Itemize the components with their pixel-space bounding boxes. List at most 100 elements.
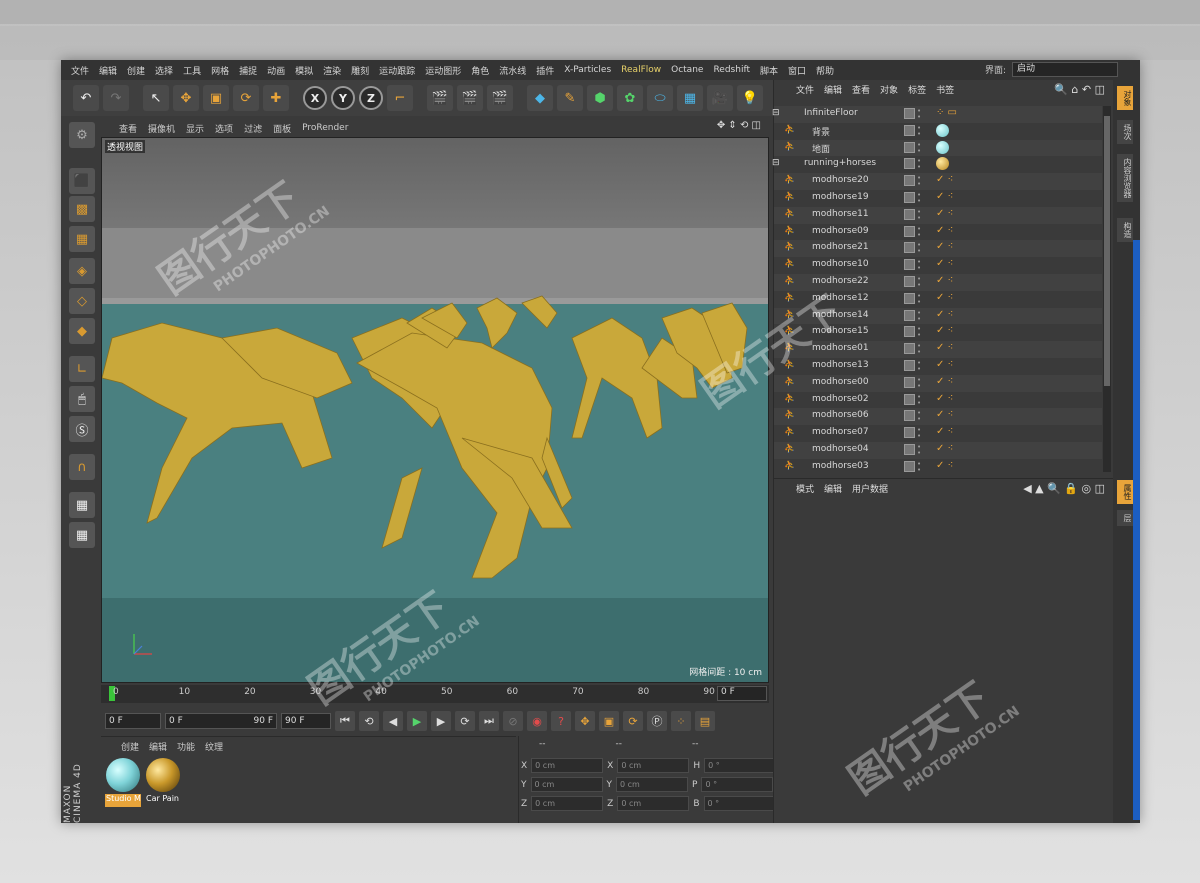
render-dots[interactable]: • • (917, 443, 921, 456)
object-row[interactable]: ⛹ modhorse03 • • ✓ ⁖ (774, 459, 1102, 476)
timeline-window-icon[interactable]: ▤ (695, 711, 715, 731)
object-row[interactable]: ⛹ modhorse01 • • ✓ ⁖ (774, 341, 1102, 358)
object-row[interactable]: ⛹ modhorse19 • • ✓ ⁖ (774, 190, 1102, 207)
bone-tag-icon[interactable]: ✓ ⁖ (936, 225, 953, 236)
cube-primitive-icon[interactable]: ◆ (527, 85, 553, 111)
bone-tag-icon[interactable]: ✓ ⁖ (936, 393, 953, 404)
object-row[interactable]: ⊟ running+horses • • (772, 156, 1102, 173)
object-row[interactable]: ⛹ modhorse07 • • ✓ ⁖ (774, 425, 1102, 442)
coord-field[interactable]: 0 cm (617, 796, 690, 811)
bone-tag-icon[interactable]: ✓ ⁖ (936, 342, 953, 353)
magnet-icon[interactable]: ∩ (69, 454, 95, 480)
menu-item[interactable]: 模拟 (295, 64, 313, 77)
object-row[interactable]: ⛹ modhorse11 • • ✓ ⁖ (774, 206, 1102, 224)
coord-field[interactable]: 0 cm (530, 777, 603, 792)
object-row[interactable]: ⛹ modhorse20 • • ✓ ⁖ (774, 173, 1102, 190)
visibility-toggle[interactable] (904, 309, 915, 321)
menu-item[interactable]: 雕刻 (351, 64, 369, 77)
object-name[interactable]: InfiniteFloor (804, 108, 858, 118)
render-dots[interactable]: • • (917, 141, 921, 154)
object-name[interactable]: running+horses (804, 158, 876, 168)
visibility-toggle[interactable] (904, 359, 915, 371)
object-name[interactable]: modhorse13 (812, 360, 869, 370)
menu-item[interactable]: 文件 (71, 64, 89, 77)
redo-icon[interactable]: ↷ (103, 85, 129, 111)
bone-tag-icon[interactable]: ✓ ⁖ (936, 460, 953, 471)
object-name[interactable]: modhorse07 (812, 427, 869, 437)
visibility-toggle[interactable] (904, 443, 915, 455)
viewport-menu-item[interactable]: 摄像机 (148, 122, 175, 135)
render-dots[interactable]: • • (917, 343, 921, 356)
bone-tag-icon[interactable]: ✓ ⁖ (936, 409, 953, 420)
floor-icon[interactable]: ▦ (677, 85, 703, 111)
y-axis-lock-icon[interactable]: Y (331, 86, 355, 110)
render-dots[interactable]: • • (917, 158, 921, 171)
render-dots[interactable]: • • (917, 376, 921, 389)
menu-item[interactable]: Octane (671, 65, 703, 75)
max-frame-field[interactable]: 90 F (281, 713, 331, 729)
visibility-toggle[interactable] (904, 326, 915, 338)
menu-item[interactable]: 帮助 (816, 64, 834, 77)
object-row[interactable]: ⛹ modhorse00 • • ✓ ⁖ (774, 374, 1102, 392)
bone-tag-icon[interactable]: ✓ ⁖ (936, 309, 953, 320)
coord-field[interactable]: 0 cm (617, 758, 690, 773)
side-tab[interactable]: 内容浏览器 (1117, 154, 1133, 202)
object-name[interactable]: modhorse21 (812, 242, 869, 252)
current-frame-field[interactable]: 0 F (105, 713, 161, 729)
viewport-camera-label[interactable]: 透视视图 (105, 140, 146, 153)
object-name[interactable]: modhorse20 (812, 175, 869, 185)
render-dots[interactable]: • • (917, 410, 921, 423)
object-row[interactable]: ⛹ modhorse10 • • ✓ ⁖ (774, 257, 1102, 274)
coord-field[interactable]: 0 cm (531, 758, 604, 773)
attribute-menu-item[interactable]: 模式 (796, 482, 814, 495)
visibility-toggle[interactable] (904, 158, 915, 170)
next-key-icon[interactable]: ⟳ (455, 711, 475, 731)
render-dots[interactable]: • • (917, 124, 921, 137)
viewport-menu-item[interactable]: 面板 (273, 122, 291, 135)
menu-item[interactable]: 运动图形 (425, 64, 461, 77)
visibility-toggle[interactable] (904, 259, 915, 271)
visibility-toggle[interactable] (904, 427, 915, 439)
material-studio[interactable]: Studio M (105, 757, 141, 807)
object-menu-item[interactable]: 书签 (936, 83, 954, 96)
visibility-toggle[interactable] (904, 460, 915, 472)
menu-item[interactable]: 窗口 (788, 64, 806, 77)
menu-item[interactable]: 捕捉 (239, 64, 257, 77)
rotate-tool-icon[interactable]: ⟳ (233, 85, 259, 111)
side-tab[interactable]: 对象 (1117, 86, 1133, 110)
object-name[interactable]: modhorse19 (812, 192, 869, 202)
floor-tag-icon[interactable]: ⁘ ▭ (936, 107, 957, 118)
layout-dropdown[interactable]: 启动 (1012, 62, 1118, 77)
bone-tag-icon[interactable]: ✓ ⁖ (936, 174, 953, 185)
menu-item[interactable]: Redshift (713, 65, 750, 75)
object-name[interactable]: modhorse01 (812, 343, 869, 353)
bone-tag-icon[interactable]: ✓ ⁖ (936, 426, 953, 437)
x-axis-lock-icon[interactable]: X (303, 86, 327, 110)
visibility-toggle[interactable] (904, 376, 915, 388)
render-dots[interactable]: • • (917, 275, 921, 288)
bone-tag-icon[interactable]: ✓ ⁖ (936, 359, 953, 370)
go-to-start-icon[interactable]: ⏮ (335, 711, 355, 731)
object-row[interactable]: ⛹ modhorse21 • • ✓ ⁖ (774, 240, 1102, 258)
bone-tag-icon[interactable]: ✓ ⁖ (936, 376, 953, 387)
render-view-icon[interactable]: 🎬 (427, 85, 453, 111)
lock-workplane-icon[interactable]: ▦ (69, 492, 95, 518)
visibility-toggle[interactable] (904, 208, 915, 220)
object-name[interactable]: modhorse03 (812, 461, 869, 471)
coord-field[interactable]: 0 ° (701, 777, 774, 792)
object-name[interactable]: modhorse00 (812, 377, 869, 387)
render-settings-icon[interactable]: 🎬 (487, 85, 513, 111)
render-dots[interactable]: • • (917, 427, 921, 440)
camera-icon[interactable]: 🎥 (707, 85, 733, 111)
render-dots[interactable]: • • (917, 175, 921, 188)
side-tab[interactable]: 构造 (1117, 218, 1133, 242)
object-row[interactable]: ⛹ 地面 • • (774, 139, 1102, 157)
render-dots[interactable]: • • (917, 393, 921, 406)
viewport-menu-item[interactable]: 显示 (186, 122, 204, 135)
material-menu-item[interactable]: 创建 (121, 740, 139, 753)
frame-range-slider[interactable]: 0 F 90 F (165, 713, 277, 729)
object-row[interactable]: ⛹ modhorse12 • • ✓ ⁖ (774, 291, 1102, 308)
visibility-toggle[interactable] (904, 343, 915, 355)
object-menu-item[interactable]: 对象 (880, 83, 898, 96)
key-scale-icon[interactable]: ▣ (599, 711, 619, 731)
